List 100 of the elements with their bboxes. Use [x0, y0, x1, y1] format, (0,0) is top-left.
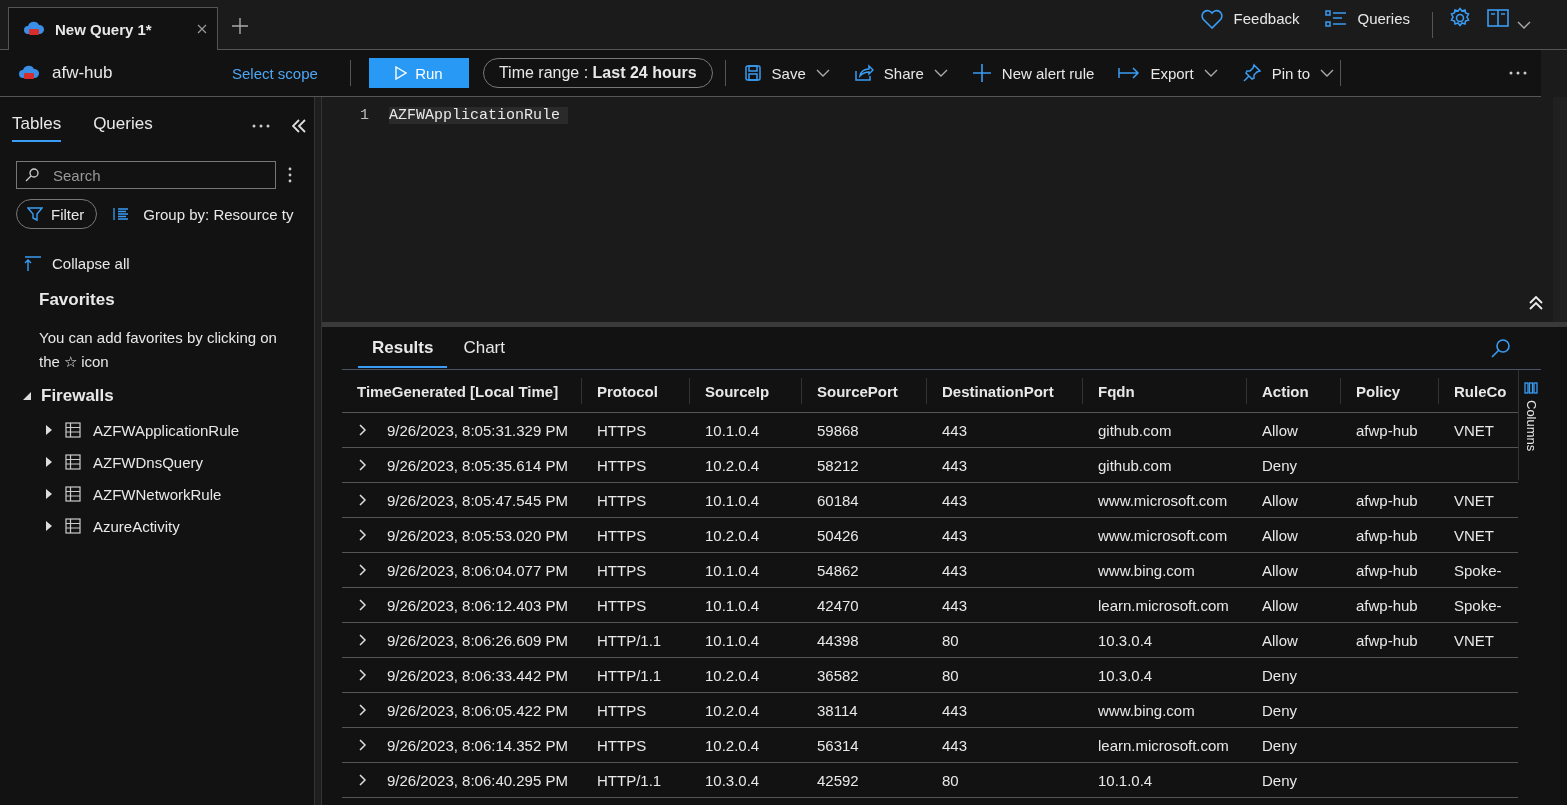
results-tab[interactable]: Results: [358, 328, 448, 368]
table-cell: Allow: [1262, 631, 1298, 649]
query-tab[interactable]: New Query 1*: [8, 7, 218, 50]
share-button[interactable]: Share: [853, 64, 948, 82]
sidebar-tab[interactable]: Tables: [12, 110, 62, 142]
expand-chevron-icon[interactable]: [357, 424, 367, 436]
more-icon[interactable]: [252, 124, 270, 128]
table-cell: 10.1.0.4: [705, 631, 760, 649]
book-icon[interactable]: [1487, 7, 1509, 28]
select-scope-link[interactable]: Select scope: [232, 64, 318, 82]
close-icon[interactable]: [197, 24, 207, 34]
collapse-panel-icon[interactable]: [292, 119, 306, 133]
table-cell: 443: [942, 701, 968, 719]
table-cell: Deny: [1262, 736, 1298, 754]
table-cell: Allow: [1262, 596, 1298, 614]
expand-chevron-icon[interactable]: [357, 739, 367, 751]
pin-button[interactable]: Pin to: [1241, 63, 1335, 83]
expand-chevron-icon[interactable]: [357, 494, 367, 506]
table-cell: HTTPS: [597, 736, 647, 754]
table-cell: www.microsoft.com: [1098, 526, 1228, 544]
save-icon: [743, 64, 762, 82]
search-field[interactable]: Search: [16, 161, 276, 189]
feedback-button[interactable]: Feedback: [1199, 7, 1300, 30]
expand-chevron-icon[interactable]: [357, 704, 367, 716]
sidebar-tab[interactable]: Queries: [93, 110, 153, 142]
table-cell: 9/26/2023, 8:06:33.442 PM: [387, 666, 568, 684]
table-cell: 443: [942, 561, 968, 579]
table-cell: HTTP/1.1: [597, 666, 662, 684]
table-tree-item[interactable]: AZFWDnsQuery: [45, 446, 314, 478]
table-cell: HTTPS: [597, 421, 647, 439]
expand-chevron-icon[interactable]: [357, 459, 367, 471]
table-cell: 10.1.0.4: [705, 596, 760, 614]
columns-panel-button[interactable]: Columns: [1518, 370, 1543, 480]
table-cell: 10.1.0.4: [705, 561, 760, 579]
table-cell: HTTPS: [597, 491, 647, 509]
vertical-more-icon[interactable]: [288, 167, 292, 183]
expand-chevron-icon[interactable]: [357, 774, 367, 786]
table-cell: 10.2.0.4: [705, 666, 760, 684]
expand-chevron-icon[interactable]: [357, 599, 367, 611]
table-name: AZFWDnsQuery: [93, 453, 203, 471]
table-cell: Spoke-: [1454, 596, 1502, 614]
table-cell: 10.3.0.4: [1098, 666, 1153, 684]
expand-chevron-icon[interactable]: [357, 634, 367, 646]
table-cell: HTTPS: [597, 456, 647, 474]
table-cell: HTTPS: [597, 526, 647, 544]
cloud-icon: [23, 20, 45, 38]
table-cell: afwp-hub: [1356, 596, 1418, 614]
export-button[interactable]: Export: [1118, 64, 1218, 82]
table-cell: 443: [942, 526, 968, 544]
table-cell: 9/26/2023, 8:05:31.329 PM: [387, 421, 568, 439]
tree-group[interactable]: Firewalls: [23, 386, 314, 406]
column-header[interactable]: RuleCo: [1439, 378, 1513, 404]
search-icon[interactable]: [1491, 338, 1511, 358]
share-icon: [853, 64, 874, 82]
table-cell: 54862: [817, 561, 859, 579]
more-icon[interactable]: [1509, 71, 1527, 75]
table-cell: Deny: [1262, 701, 1298, 719]
table-cell: 80: [942, 771, 959, 789]
results-tab[interactable]: Chart: [449, 328, 519, 368]
column-header[interactable]: SourceIp: [690, 378, 802, 404]
save-button[interactable]: Save: [743, 64, 830, 82]
collapse-all-icon: [24, 255, 42, 272]
collapse-all-button[interactable]: Collapse all: [24, 255, 130, 272]
workspace-name: afw-hub: [52, 63, 113, 83]
column-header[interactable]: TimeGenerated [Local Time]: [342, 378, 582, 404]
column-header[interactable]: Protocol: [582, 378, 690, 404]
column-header[interactable]: Action: [1247, 378, 1341, 404]
column-header[interactable]: SourcePort: [802, 378, 927, 404]
expand-chevron-icon[interactable]: [357, 669, 367, 681]
alert-button[interactable]: New alert rule: [971, 63, 1095, 83]
column-header[interactable]: Policy: [1341, 378, 1439, 404]
table-tree-item[interactable]: AZFWApplicationRule: [45, 414, 314, 446]
table-cell: 443: [942, 596, 968, 614]
table-cell: 50426: [817, 526, 859, 544]
queries-button[interactable]: Queries: [1325, 9, 1410, 28]
table-cell: 9/26/2023, 8:05:53.020 PM: [387, 526, 568, 544]
search-icon: [25, 168, 39, 182]
table-cell: HTTPS: [597, 596, 647, 614]
list-icon: [1325, 9, 1348, 28]
group-by-button[interactable]: Group by: Resource ty: [113, 205, 294, 223]
table-cell: Allow: [1262, 421, 1298, 439]
table-cell: 9/26/2023, 8:06:12.403 PM: [387, 596, 568, 614]
table-cell: Spoke-: [1454, 561, 1502, 579]
table-cell: 9/26/2023, 8:06:05.422 PM: [387, 701, 568, 719]
column-header[interactable]: DestinationPort: [927, 378, 1083, 404]
play-icon: [395, 66, 408, 80]
settings-icon[interactable]: [1449, 6, 1471, 29]
favorites-heading: Favorites: [39, 290, 116, 310]
table-tree-item[interactable]: AZFWNetworkRule: [45, 478, 314, 510]
new-tab-plus-icon[interactable]: [232, 18, 248, 34]
table-name: AZFWNetworkRule: [93, 485, 222, 503]
column-header[interactable]: Fqdn: [1083, 378, 1247, 404]
query-tab-title: New Query 1*: [55, 20, 153, 38]
table-cell: afwp-hub: [1356, 561, 1418, 579]
expand-chevron-icon[interactable]: [357, 529, 367, 541]
table-tree-item[interactable]: AzureActivity: [45, 510, 314, 542]
table-icon: [65, 422, 81, 438]
table-cell: afwp-hub: [1356, 491, 1418, 509]
expand-chevron-icon[interactable]: [357, 564, 367, 576]
double-chevron-up-icon[interactable]: [1529, 296, 1543, 310]
